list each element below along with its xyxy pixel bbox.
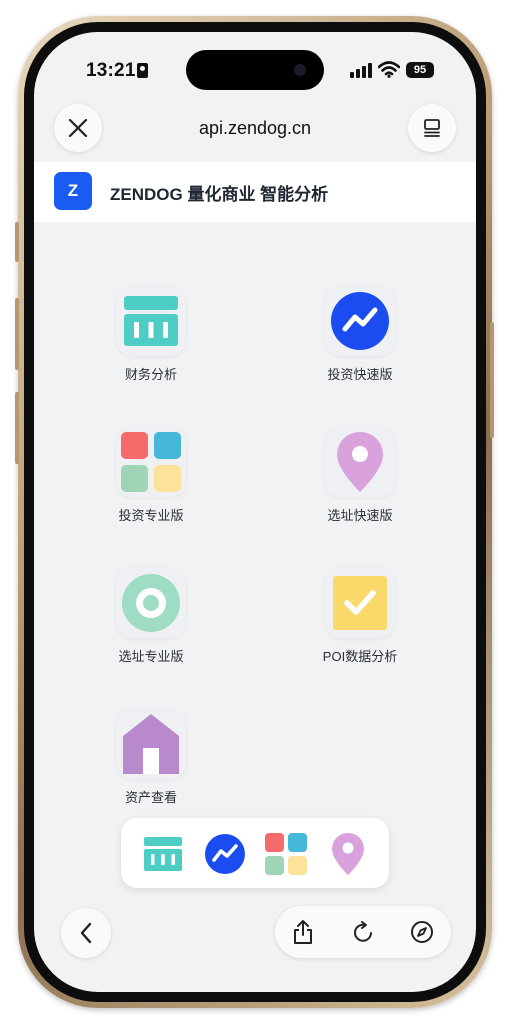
app-tile-site-quick[interactable]: 选址快速版 [300,427,420,537]
camera-icon [294,64,306,76]
app-label: 投资快速版 [327,367,393,382]
four-squares-icon [121,432,181,492]
share-button[interactable] [289,918,317,946]
battery-indicator: 95 [406,62,434,78]
volume-up-button [15,298,19,370]
quick-dock [121,818,389,888]
app-label: 资产查看 [124,790,177,805]
app-tile-site-pro[interactable]: 选址专业版 [91,568,211,678]
wifi-icon [378,61,400,78]
dock-item-finance[interactable] [141,832,185,876]
reader-icon [424,119,440,137]
volume-down-button [15,392,19,464]
chevron-left-icon [80,922,92,944]
reload-button[interactable] [349,918,377,946]
action-button [15,222,19,262]
checkmark-icon [333,576,387,630]
reload-icon [354,921,372,942]
finance-bars-icon [144,837,182,871]
status-bar: 13:21 95 [34,32,476,104]
compass-button[interactable] [408,918,436,946]
app-tile-finance[interactable]: 财务分析 [91,286,211,396]
menu-button[interactable] [408,104,456,152]
back-button[interactable] [61,908,111,958]
tile-icon-box [325,568,395,638]
browser-navbar: api.zendog.cn [34,104,476,162]
map-pin-icon [332,833,364,875]
dock-item-invest-pro[interactable] [264,832,308,876]
brand-title: ZENDOG 量化商业 智能分析 [110,185,329,204]
id-card-icon [137,63,148,78]
target-ring-icon [122,574,180,632]
app-label: 财务分析 [124,367,177,382]
finance-bars-icon [124,296,178,346]
house-icon [123,714,179,774]
app-label: 投资专业版 [118,508,184,523]
app-header: Z ZENDOG 量化商业 智能分析 [34,162,476,222]
app-tile-assets[interactable]: 资产查看 [91,709,211,819]
app-tile-invest-pro[interactable]: 投资专业版 [91,427,211,537]
status-time: 13:21 [86,60,136,81]
tile-icon-box [116,427,186,497]
dock-item-invest-quick[interactable] [203,832,247,876]
tile-icon-box [325,286,395,356]
app-label: 选址快速版 [327,508,393,523]
power-button [490,322,494,438]
screen: 13:21 95 api.zendog.cn Z ZENDOG 量化商业 智能分… [34,32,476,992]
trend-line-icon [331,292,389,350]
map-pin-icon [337,432,383,492]
dynamic-island [186,50,324,90]
app-tile-poi[interactable]: POI数据分析 [300,568,420,678]
compass-icon [411,921,433,943]
app-label: 选址专业版 [118,649,184,664]
cellular-signal-icon [350,62,372,78]
app-grid: 财务分析 投资快速版 投资专业版 选址快速版 选址专业版 POI数据分析 资产查… [34,222,476,822]
toolbar-pill [275,906,451,958]
brand-logo: Z [54,172,92,210]
tile-icon-box [116,709,186,779]
share-icon [294,920,312,944]
tile-icon-box [325,427,395,497]
trend-line-icon [205,834,245,874]
tile-icon-box [116,568,186,638]
dock-item-site-quick[interactable] [326,832,370,876]
app-tile-invest-quick[interactable]: 投资快速版 [300,286,420,396]
tile-icon-box [116,286,186,356]
four-squares-icon [265,833,307,875]
app-label: POI数据分析 [322,649,398,664]
